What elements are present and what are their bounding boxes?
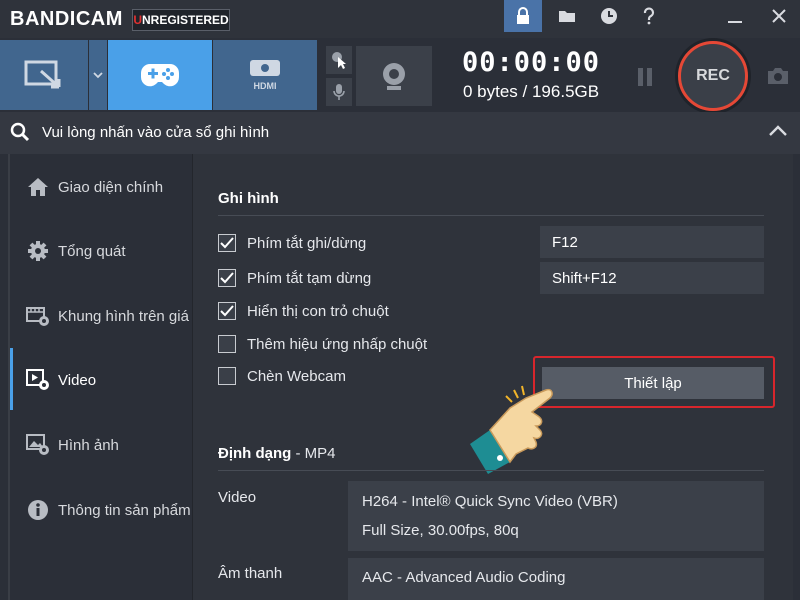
recording-timer: 00:00:00 [462, 47, 601, 78]
checkbox-unchecked[interactable] [218, 367, 236, 385]
mouse-cursor-toggle[interactable] [326, 46, 352, 74]
screen-mode-button[interactable] [0, 40, 88, 110]
checkbox-checked[interactable] [218, 234, 236, 252]
option-show-cursor[interactable]: Hiển thị con trỏ chuột [218, 300, 389, 322]
game-mode-button[interactable] [108, 40, 212, 110]
option-webcam[interactable]: Chèn Webcam [218, 365, 346, 387]
sidebar-item-general[interactable]: Tổng quát [12, 231, 192, 271]
video-format-label: Video [218, 489, 257, 506]
help-button[interactable] [630, 0, 668, 32]
status-message: Vui lòng nhấn vào cửa sổ ghi hình [42, 124, 270, 141]
sidebar-item-video[interactable]: Video [12, 360, 192, 400]
hdmi-mode-button[interactable]: HDMI [213, 40, 317, 110]
pause-hotkey-field[interactable]: Shift+F12 [540, 262, 764, 294]
checkmark-icon [220, 305, 234, 317]
section-divider [218, 470, 764, 471]
app-logo: BANDICAM [10, 8, 123, 30]
audio-format-label: Âm thanh [218, 565, 283, 582]
sidebar-item-label: Giao diện chính [58, 178, 164, 196]
option-pause-hotkey[interactable]: Phím tắt tạm dừng [218, 267, 371, 289]
sidebar-item-label: Hình ảnh [58, 436, 119, 454]
video-codec-text: H264 - Intel® Quick Sync Video (VBR) [362, 493, 618, 510]
format-title-rest: - MP4 [291, 445, 336, 462]
chevron-down-icon [93, 72, 103, 79]
home-icon [26, 175, 50, 199]
pointing-hand-icon [466, 378, 562, 479]
unregistered-badge-rest: NREGISTERED [141, 13, 229, 27]
video-settings-icon [26, 368, 50, 392]
option-label: Chèn Webcam [247, 367, 346, 385]
chevron-up-icon[interactable] [768, 124, 788, 143]
sidebar-item-image[interactable]: Hình ảnh [12, 425, 192, 465]
option-label: Phím tắt tạm dừng [247, 269, 372, 287]
minimize-button[interactable] [716, 0, 754, 32]
option-label: Hiển thị con trỏ chuột [247, 302, 389, 320]
image-settings-icon [26, 433, 50, 457]
sidebar-item-product-info[interactable]: Thông tin sản phẩm [12, 490, 192, 530]
sidebar-item-label: Thông tin sản phẩm [58, 501, 191, 519]
unregistered-badge-first: U [133, 13, 142, 27]
lock-icon [517, 7, 529, 24]
folder-button[interactable] [548, 0, 586, 32]
hdmi-label: HDMI [254, 81, 277, 91]
option-record-hotkey[interactable]: Phím tắt ghi/dừng [218, 232, 366, 254]
file-size-display: 0 bytes / 196.5GB [463, 82, 600, 101]
help-icon [643, 7, 655, 25]
close-icon [772, 9, 786, 23]
unregistered-badge[interactable]: U NREGISTERED [132, 9, 230, 31]
option-label: Thêm hiệu ứng nhấp chuột [247, 335, 428, 353]
webcam-toggle[interactable] [356, 46, 432, 106]
screen-region-icon [24, 60, 61, 89]
clock-icon [601, 8, 617, 24]
microphone-icon [333, 84, 345, 100]
sidebar-item-label: Tổng quát [58, 242, 126, 260]
info-icon [26, 498, 50, 522]
pause-button[interactable] [632, 64, 658, 90]
format-title: Định dạng - MP4 [218, 445, 336, 462]
section-divider [218, 215, 764, 216]
option-label: Phím tắt ghi/dừng [247, 234, 367, 252]
lock-button[interactable] [504, 0, 542, 32]
history-button[interactable] [590, 0, 628, 32]
gamepad-icon [140, 64, 180, 87]
checkmark-icon [220, 272, 234, 284]
search-icon [10, 122, 30, 147]
rec-button[interactable]: REC [678, 41, 748, 111]
mode-dropdown-button[interactable] [89, 40, 107, 110]
sidebar-item-label: Video [58, 371, 97, 389]
checkmark-icon [220, 237, 234, 249]
checkbox-checked[interactable] [218, 269, 236, 287]
checkbox-checked[interactable] [218, 302, 236, 320]
minimize-icon [728, 21, 742, 23]
checkbox-unchecked[interactable] [218, 335, 236, 353]
format-title-bold: Định dạng [218, 445, 292, 462]
screenshot-button[interactable] [764, 62, 792, 90]
rec-button-area: REC [666, 40, 760, 112]
camera-icon [768, 68, 788, 84]
record-section-title: Ghi hình [218, 190, 279, 207]
sidebar-item-main-interface[interactable]: Giao diện chính [12, 167, 192, 207]
option-click-effect[interactable]: Thêm hiệu ứng nhấp chuột [218, 333, 427, 355]
settings-button[interactable]: Thiết lập [542, 367, 764, 399]
video-quality-text: Full Size, 30.00fps, 80q [362, 522, 519, 539]
record-hotkey-field[interactable]: F12 [540, 226, 764, 258]
sidebar-item-label: Khung hình trên giá [58, 307, 189, 325]
audio-format-box[interactable]: AAC - Advanced Audio Coding [348, 558, 764, 600]
folder-icon [559, 11, 575, 22]
close-button[interactable] [760, 0, 798, 32]
audio-codec-text: AAC - Advanced Audio Coding [362, 569, 566, 586]
video-format-box[interactable]: H264 - Intel® Quick Sync Video (VBR) Ful… [348, 481, 764, 551]
pause-icon [638, 68, 652, 86]
mouse-cursor-icon [332, 52, 346, 69]
webcam-icon [383, 63, 405, 90]
gear-icon [26, 239, 50, 263]
fps-icon [26, 304, 50, 328]
sidebar-item-fps[interactable]: Khung hình trên giá [12, 296, 192, 336]
microphone-toggle[interactable] [326, 78, 352, 106]
hdmi-device-icon: HDMI [250, 60, 280, 91]
